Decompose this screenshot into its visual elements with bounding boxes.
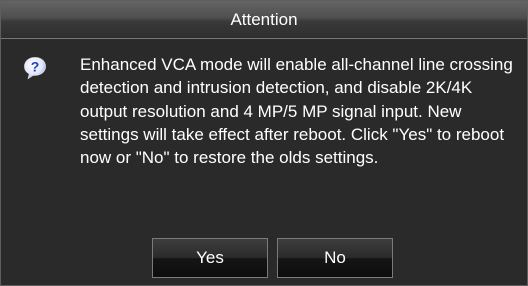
attention-dialog: Attention ? Enhanced VCA mode will enabl… bbox=[0, 0, 528, 286]
dialog-message: Enhanced VCA mode will enable all-channe… bbox=[80, 55, 513, 168]
dialog-titlebar: Attention bbox=[1, 1, 527, 39]
question-icon: ? bbox=[23, 56, 47, 80]
yes-button[interactable]: Yes bbox=[152, 238, 268, 278]
no-button[interactable]: No bbox=[277, 238, 393, 278]
dialog-title: Attention bbox=[230, 10, 298, 29]
question-mark-glyph: ? bbox=[31, 58, 40, 74]
